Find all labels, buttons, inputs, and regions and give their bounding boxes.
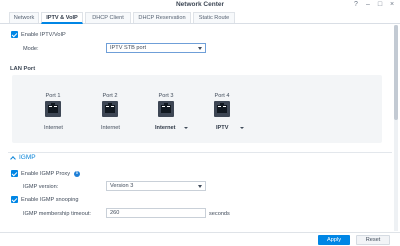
ethernet-port-icon: [158, 101, 174, 117]
footer-bar: Apply Reset: [0, 232, 400, 246]
lan-port-panel: [12, 75, 382, 143]
chevron-down-icon: [198, 47, 202, 50]
igmp-version-value: Version 3: [110, 183, 134, 189]
chevron-down-icon[interactable]: [240, 127, 244, 129]
chevron-down-icon: [198, 185, 202, 188]
tab-dhcp-reservation[interactable]: DHCP Reservation: [133, 12, 191, 23]
section-divider: [8, 152, 392, 153]
ethernet-port-icon: [102, 101, 118, 117]
mode-label: Mode:: [23, 46, 39, 52]
port-3: Port 3: [151, 93, 181, 99]
close-icon[interactable]: ×: [388, 1, 396, 9]
enable-igmp-proxy-label: Enable IGMP Proxy: [21, 171, 71, 177]
maximize-icon[interactable]: □: [376, 1, 384, 9]
port-2-value: Internet: [101, 125, 120, 131]
tab-static-route[interactable]: Static Route: [193, 12, 235, 23]
port-2-name: Port 2: [102, 93, 118, 99]
lan-port-title: LAN Port: [10, 66, 36, 72]
tab-iptv-voip[interactable]: IPTV & VoIP: [41, 12, 83, 24]
chevron-down-icon[interactable]: [184, 127, 188, 129]
tab-dhcp-client[interactable]: DHCP Client: [85, 12, 131, 23]
port-4-name: Port 4: [214, 93, 230, 99]
igmp-timeout-input[interactable]: 260: [106, 208, 206, 218]
enable-igmp-proxy-checkbox[interactable]: [11, 170, 18, 177]
scrollbar[interactable]: [394, 25, 398, 231]
apply-button[interactable]: Apply: [318, 235, 350, 245]
info-icon[interactable]: i: [74, 171, 80, 177]
igmp-version-label: IGMP version:: [23, 184, 59, 190]
reset-button[interactable]: Reset: [356, 235, 390, 245]
port-3-select[interactable]: Internet: [155, 125, 176, 131]
enable-igmp-snooping-checkbox[interactable]: [11, 196, 18, 203]
tab-network[interactable]: Network: [9, 12, 39, 23]
port-4-select[interactable]: IPTV: [216, 125, 228, 131]
enable-iptv-label: Enable IPTV/VoIP: [21, 32, 66, 38]
igmp-timeout-unit: seconds: [209, 211, 230, 217]
ethernet-port-icon: [45, 101, 61, 117]
scrollbar-thumb[interactable]: [394, 25, 398, 120]
port-1-value: Internet: [44, 125, 63, 131]
mode-select[interactable]: IPTV STB port: [106, 43, 206, 53]
enable-iptv-checkbox[interactable]: [11, 31, 18, 38]
enable-igmp-snooping-label: Enable IGMP snooping: [21, 197, 79, 203]
window-title: Network Center: [175, 1, 225, 8]
port-1: Port 1: [38, 93, 68, 99]
port-1-name: Port 1: [45, 93, 61, 99]
igmp-version-select[interactable]: Version 3: [106, 181, 206, 191]
tab-bar: Network IPTV & VoIP DHCP Client DHCP Res…: [0, 11, 400, 24]
ethernet-port-icon: [214, 101, 230, 117]
help-icon[interactable]: ?: [352, 1, 360, 9]
igmp-timeout-label: IGMP membership timeout:: [23, 211, 91, 217]
title-bar: Network Center ? – □ ×: [0, 0, 400, 11]
port-4: Port 4: [207, 93, 237, 99]
minimize-icon[interactable]: –: [364, 1, 372, 9]
port-3-name: Port 3: [158, 93, 174, 99]
mode-select-value: IPTV STB port: [110, 45, 147, 51]
igmp-section-title[interactable]: IGMP: [19, 154, 36, 161]
port-2: Port 2: [95, 93, 125, 99]
